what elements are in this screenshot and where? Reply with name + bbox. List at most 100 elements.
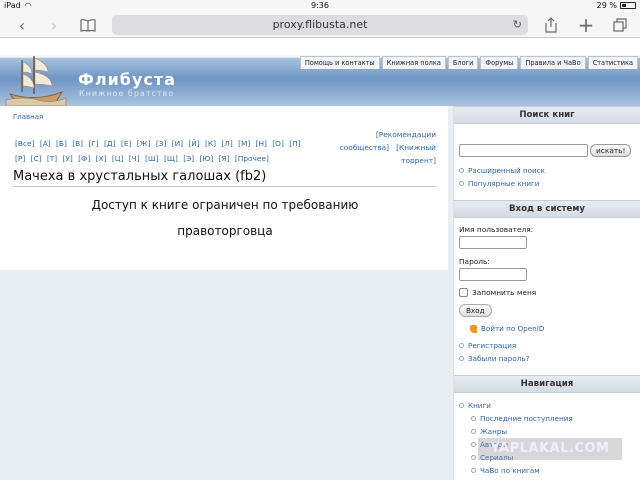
site-header: Помощь и контакты Книжная полка Блоги Фо… [0,38,640,108]
recs-link-line2[interactable]: сообщества] [340,143,389,152]
ship-logo-icon[interactable] [4,52,68,108]
letter-link[interactable]: [Р] [15,154,25,163]
letter-link[interactable]: [Й] [188,139,199,148]
remember-me[interactable]: Запомнить меня [459,288,536,297]
register-label: Регистрация [468,341,517,350]
letter-link[interactable]: [Ш] [145,154,159,163]
letter-link[interactable]: [П] [289,139,300,148]
nav-item-latest[interactable]: Последние поступления [471,414,573,423]
openid-icon [470,324,477,333]
message-line: Доступ к книге ограничен по требованию [91,198,359,212]
bullet-icon [459,168,464,173]
book-title: Мачеха в хрустальных галошах (fb2) [13,169,267,184]
tab-rules[interactable]: Правила и ЧаВо [520,56,586,69]
bookmarks-icon[interactable] [78,15,98,35]
remember-me-checkbox[interactable] [459,288,468,297]
divider [13,186,437,187]
tab-forums[interactable]: Форумы [480,56,519,69]
letter-link[interactable]: [Д] [104,139,116,148]
tab-blogs[interactable]: Блоги [447,56,479,69]
letter-link[interactable]: [В] [72,139,83,148]
letter-link[interactable]: [Н] [256,139,267,148]
search-input[interactable] [459,144,588,157]
search-button[interactable]: искать! [590,144,632,157]
new-tab-icon[interactable]: + [576,13,596,37]
letter-link[interactable]: [Ж] [137,139,151,148]
letter-link[interactable]: [Ю] [200,154,214,163]
letter-link[interactable]: [Х] [96,154,107,163]
tab-bookshelf[interactable]: Книжная полка [381,56,446,69]
nav-item-faq[interactable]: ЧаВо по книгам [471,466,540,475]
openid-label: Войти по OpenID [481,324,545,333]
nav-item-label: Жанры [480,427,508,436]
sidebar: Поиск книг искать! Расширенный поиск Поп… [453,106,640,480]
password-label: Пароль: [459,257,490,266]
letter-link[interactable]: [Я] [219,154,230,163]
breadcrumb[interactable]: Главная [13,113,43,121]
letter-link[interactable]: [М] [238,139,250,148]
bullet-icon [459,181,464,186]
register-link[interactable]: Регистрация [459,341,516,350]
torrent-link-line1[interactable]: [Книжный [396,143,436,152]
letter-link[interactable]: [Т] [47,154,57,163]
nav-books-label: Книги [468,401,491,410]
letter-link[interactable]: [Все] [15,139,34,148]
letter-link[interactable]: [К] [205,139,216,148]
access-restricted-message: Доступ к книге ограничен по требованию п… [13,192,437,244]
back-button[interactable]: ‹ [12,15,32,35]
letter-link[interactable]: [С] [31,154,42,163]
bullet-icon [471,429,476,434]
reload-icon[interactable]: ↻ [513,15,522,35]
bullet-icon [471,468,476,473]
popular-books-link[interactable]: Популярные книги [459,179,539,188]
letter-link[interactable]: [У] [63,154,73,163]
recs-link-line1[interactable]: [Рекомендации [330,128,436,141]
letter-link[interactable]: [Е] [121,139,131,148]
tabs-icon[interactable] [610,15,630,35]
forward-button[interactable]: › [44,15,64,35]
address-bar[interactable]: proxy.flibusta.net ↻ [112,15,528,35]
site-title[interactable]: Флибуста [78,70,176,89]
letter-link[interactable]: [Прочее] [235,154,269,163]
bullet-icon [459,403,464,408]
letter-link[interactable]: [Л] [221,139,232,148]
message-line: правоторговца [177,224,273,238]
letter-link[interactable]: [З] [156,139,167,148]
letter-link[interactable]: [Э] [183,154,194,163]
login-block-title: Вход в систему [454,200,640,218]
bullet-icon [459,356,464,361]
watermark: YAPLAKAL.COM [478,438,622,460]
torrent-link-line2[interactable]: торрент] [330,154,436,167]
letter-link[interactable]: [Б] [56,139,67,148]
advanced-search-link[interactable]: Расширенный поиск [459,166,545,175]
clock: 9:36 [311,1,329,10]
login-button[interactable]: Вход [459,304,492,317]
letter-link[interactable]: [О] [272,139,284,148]
nav-item-label: ЧаВо по книгам [480,466,540,475]
forgot-password-link[interactable]: Забыли пароль? [459,354,529,363]
letter-link[interactable]: [Щ] [164,154,178,163]
letter-link[interactable]: [Ч] [129,154,140,163]
nav-books-link[interactable]: Книги [459,401,491,410]
letter-link[interactable]: [А] [40,139,51,148]
openid-link[interactable]: Войти по OpenID [470,324,544,333]
share-icon[interactable] [541,15,561,35]
bullet-icon [471,455,476,460]
tab-help[interactable]: Помощь и контакты [299,56,380,69]
letter-link[interactable]: [Ф] [78,154,90,163]
nav-item-genres[interactable]: Жанры [471,427,507,436]
advanced-search-label: Расширенный поиск [468,166,546,175]
letter-link[interactable]: [Ц] [112,154,124,163]
bullet-icon [471,416,476,421]
browser-toolbar: ‹ › proxy.flibusta.net ↻ + [0,12,640,38]
main-content: Главная [Все] [А] [Б] [В] [Г] [Д] [Е] [Ж… [0,106,448,270]
battery-icon [620,2,636,9]
status-bar: iPad ◠ 9:36 29 % [0,0,640,12]
letter-link[interactable]: [Г] [88,139,98,148]
letter-link[interactable]: [И] [172,139,183,148]
url-text: proxy.flibusta.net [272,18,368,31]
password-field[interactable] [459,268,527,281]
forgot-password-label: Забыли пароль? [468,354,530,363]
username-field[interactable] [459,236,527,249]
tab-stats[interactable]: Статистика [587,56,638,69]
